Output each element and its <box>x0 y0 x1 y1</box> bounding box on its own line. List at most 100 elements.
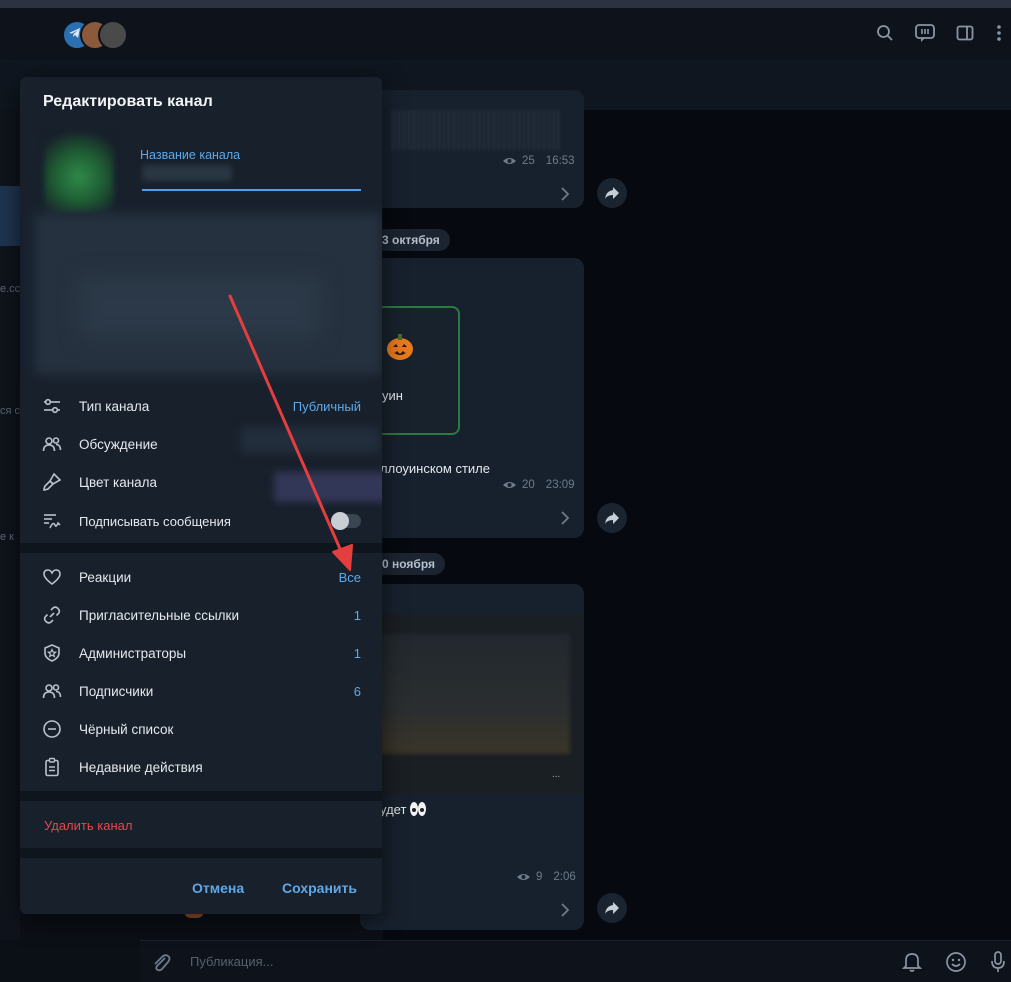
edit-channel-dialog: Редактировать канал Название канала Тип … <box>20 77 382 914</box>
chat-list-fragment: е к <box>0 531 14 543</box>
row-label: Тип канала <box>79 398 150 414</box>
share-arrow-icon <box>605 902 619 914</box>
message-composer: Публикация... <box>140 940 1011 982</box>
sliders-icon <box>44 398 60 414</box>
message-bubble[interactable]: ... удет 9 2:06 <box>360 584 584 930</box>
dialog-title: Редактировать канал <box>43 93 213 110</box>
message-time: 2:06 <box>553 871 576 883</box>
eyes-emoji-icon <box>410 802 427 816</box>
card-text: уин <box>382 388 403 403</box>
row-sign-messages[interactable]: Подписывать сообщения <box>20 502 382 540</box>
emoji-smile-icon[interactable] <box>945 951 967 973</box>
row-discussion[interactable]: Обсуждение <box>20 425 382 463</box>
row-administrators[interactable]: Администраторы 1 <box>20 634 382 672</box>
channel-avatars[interactable] <box>62 18 128 50</box>
message-bubble[interactable]: 25 16:53 <box>360 90 584 208</box>
row-channel-color[interactable]: Цвет канала <box>20 463 382 501</box>
chevron-right-icon[interactable] <box>560 903 570 917</box>
row-value: 1 <box>353 607 361 623</box>
row-value: 1 <box>353 645 361 661</box>
composer-input[interactable]: Публикация... <box>190 954 273 969</box>
row-label: Цвет канала <box>79 474 158 490</box>
share-button[interactable] <box>597 893 627 923</box>
message-media-blur <box>390 110 560 150</box>
people-icon <box>42 684 62 699</box>
row-value: Все <box>338 569 361 585</box>
message-meta: 25 16:53 <box>502 155 575 167</box>
views-eye-icon <box>517 874 530 880</box>
clipboard-icon <box>45 757 59 777</box>
toggle-knob <box>331 512 349 530</box>
share-button[interactable] <box>597 503 627 533</box>
signature-icon <box>44 514 61 529</box>
views-eye-icon <box>503 482 516 488</box>
row-subscribers[interactable]: Подписчики 6 <box>20 672 382 710</box>
user-avatar <box>98 20 128 50</box>
row-blacklist[interactable]: Чёрный список <box>20 710 382 748</box>
link-icon <box>43 606 61 624</box>
chat-header <box>0 8 1011 61</box>
row-recent-actions[interactable]: Недавние действия <box>20 748 382 786</box>
message-media[interactable]: ... <box>360 614 584 794</box>
chevron-right-icon[interactable] <box>560 187 570 201</box>
minus-circle-icon <box>43 720 61 738</box>
row-value: 6 <box>353 683 361 699</box>
delete-channel-button[interactable]: Удалить канал <box>44 818 132 833</box>
row-reactions[interactable]: Реакции Все <box>20 558 382 596</box>
description-blur <box>80 277 320 337</box>
message-time: 23:09 <box>545 479 575 491</box>
section-divider <box>20 543 382 553</box>
row-label: Подписчики <box>79 683 154 699</box>
attach-paperclip-icon[interactable] <box>150 952 172 974</box>
row-label: Пригласительные ссылки <box>79 607 240 623</box>
message-meta: 9 2:06 <box>516 871 576 883</box>
row-invite-links[interactable]: Пригласительные ссылки 1 <box>20 596 382 634</box>
views-count: 20 <box>522 479 535 491</box>
media-ellipsis: ... <box>552 769 561 780</box>
share-button[interactable] <box>597 178 627 208</box>
views-count: 25 <box>522 155 535 167</box>
share-arrow-icon <box>605 512 619 524</box>
row-label: Подписывать сообщения <box>79 513 231 529</box>
sidebar-toggle-icon[interactable] <box>952 20 978 46</box>
comments-icon[interactable] <box>912 20 938 46</box>
pumpkin-icon <box>387 334 413 360</box>
channel-photo[interactable] <box>44 133 114 213</box>
shield-star-icon <box>44 644 60 662</box>
message-card[interactable]: уин <box>376 306 460 435</box>
heart-icon <box>43 569 61 586</box>
row-label: Реакции <box>79 569 132 585</box>
cancel-button[interactable]: Отмена <box>192 880 244 896</box>
row-label: Администраторы <box>79 645 187 661</box>
message-text: ллоуинском стиле <box>380 461 490 476</box>
more-vertical-icon[interactable] <box>987 20 1011 46</box>
row-channel-type[interactable]: Тип канала Публичный <box>20 387 382 425</box>
people-icon <box>42 437 62 452</box>
chevron-right-icon[interactable] <box>560 511 570 525</box>
row-label: Недавние действия <box>79 759 203 775</box>
message-meta: 20 23:09 <box>502 479 575 491</box>
channel-name-input[interactable] <box>142 165 232 181</box>
row-label: Обсуждение <box>79 436 158 452</box>
microphone-icon[interactable] <box>990 950 1006 974</box>
save-button[interactable]: Сохранить <box>282 880 357 896</box>
chat-list-fragment: ся с <box>0 405 21 417</box>
message-text-row: удет <box>380 801 427 817</box>
date-separator: 3 октября <box>372 229 450 251</box>
window-top-strip <box>0 0 1011 8</box>
brush-icon <box>43 472 62 491</box>
search-icon[interactable] <box>872 20 898 46</box>
views-eye-icon <box>503 158 516 164</box>
channel-name-label: Название канала <box>140 148 241 162</box>
message-time: 16:53 <box>545 155 575 167</box>
message-text: удет <box>380 801 407 817</box>
row-value: Публичный <box>292 398 361 414</box>
chat-list-fragment: e.cc <box>0 283 21 295</box>
share-arrow-icon <box>605 187 619 199</box>
channel-name-underline <box>142 189 361 191</box>
media-blur <box>370 634 570 754</box>
row-label: Чёрный список <box>79 721 174 737</box>
message-bubble[interactable]: уин ллоуинском стиле 20 23:09 <box>360 258 584 538</box>
views-count: 9 <box>536 871 543 883</box>
bell-icon[interactable] <box>902 951 922 973</box>
